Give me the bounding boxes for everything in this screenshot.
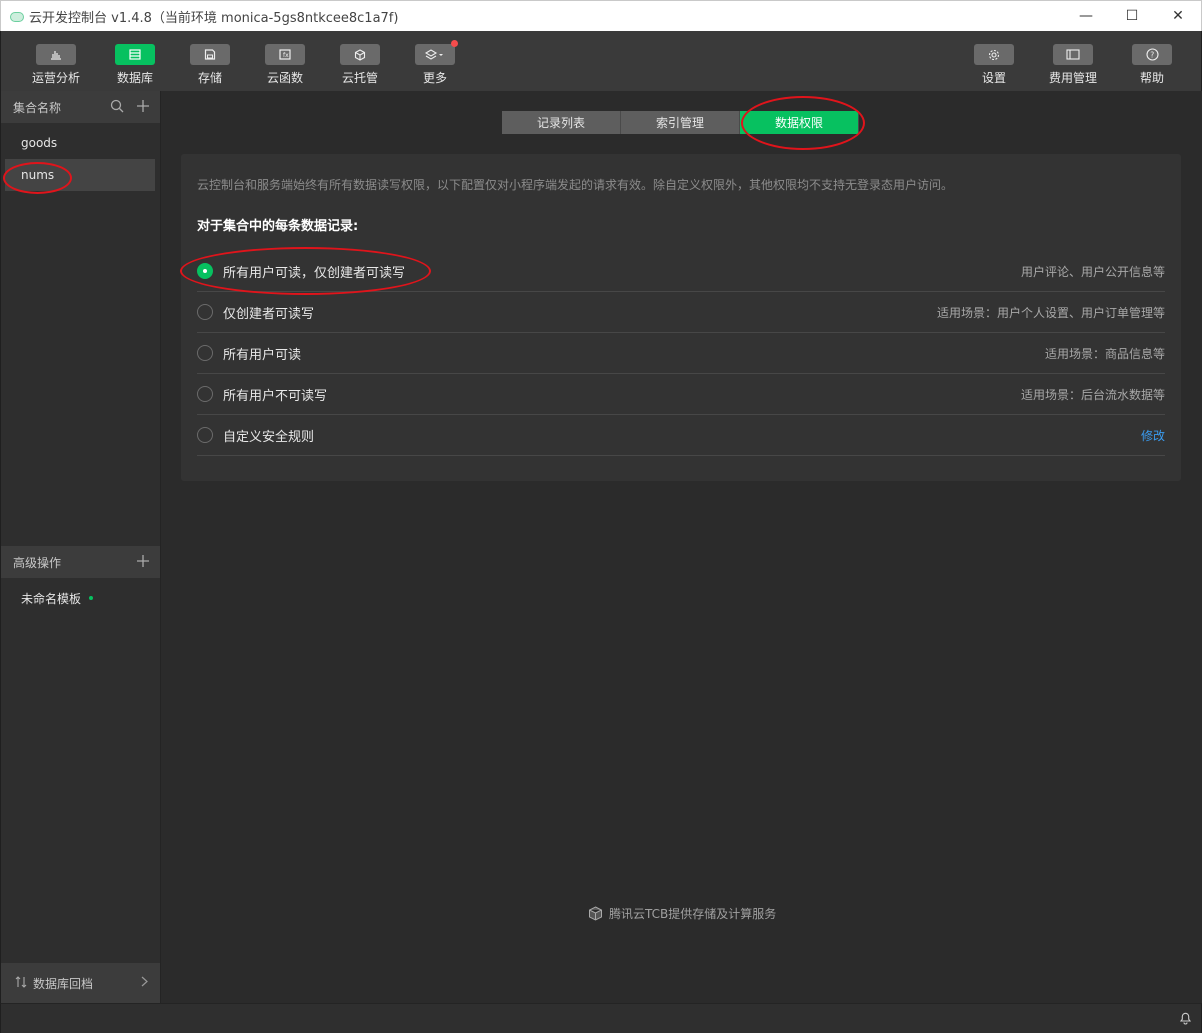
option-label: 仅创建者可读写	[223, 306, 315, 322]
option-note: 适用场景：用户个人设置、用户订单管理等	[936, 305, 1165, 320]
add-template-icon[interactable]	[136, 554, 150, 571]
toolbar-label: 云托管	[341, 71, 378, 85]
toolbar-storage[interactable]: 存储	[175, 44, 245, 86]
permission-option[interactable]: 所有用户可读，仅创建者可读写 用户评论、用户公开信息等	[197, 251, 1165, 292]
status-dot	[89, 596, 94, 600]
toolbar-label: 运营分析	[31, 71, 80, 85]
window-titlebar: 云开发控制台 v1.4.8（当前环境 monica-5gs8ntkcee8c1a…	[0, 0, 1202, 31]
add-collection-icon[interactable]	[136, 99, 150, 116]
window-controls: — ☐ ✕	[1063, 1, 1201, 31]
collection-item-nums[interactable]: nums	[5, 159, 155, 191]
radio-button[interactable]	[197, 304, 213, 320]
minimize-button[interactable]: —	[1063, 1, 1109, 31]
app-logo-icon	[9, 9, 24, 23]
option-label: 自定义安全规则	[223, 429, 315, 445]
tab-records[interactable]: 记录列表	[502, 111, 621, 134]
option-label: 所有用户不可读写	[223, 388, 328, 404]
search-icon[interactable]	[110, 99, 124, 116]
tab-indexes[interactable]: 索引管理	[621, 111, 740, 134]
permissions-subheading: 对于集合中的每条数据记录:	[197, 219, 359, 234]
provider-footer: 腾讯云TCB提供存储及计算服务	[588, 905, 776, 922]
radio-button[interactable]	[197, 427, 213, 443]
close-button[interactable]: ✕	[1155, 1, 1201, 31]
svg-text:fx: fx	[283, 52, 289, 59]
svg-text:?: ?	[1150, 50, 1154, 59]
rollback-label: 数据库回档	[33, 976, 94, 991]
notification-dot	[451, 40, 458, 47]
help-icon: ?	[1132, 44, 1172, 65]
function-icon: fx	[265, 44, 305, 65]
toolbar-label: 费用管理	[1048, 71, 1097, 85]
option-label: 所有用户可读，仅创建者可读写	[223, 265, 406, 281]
edit-rule-link[interactable]: 修改	[1141, 427, 1165, 444]
permission-option[interactable]: 自定义安全规则 修改	[197, 415, 1165, 456]
status-bar	[0, 1003, 1202, 1033]
toolbar-functions[interactable]: fx 云函数	[250, 44, 320, 86]
template-item[interactable]: 未命名模板	[5, 582, 155, 614]
option-label: 所有用户可读	[223, 347, 302, 363]
permissions-description: 云控制台和服务端始终有所有数据读写权限，以下配置仅对小程序端发起的请求有效。除自…	[197, 178, 954, 192]
billing-icon	[1053, 44, 1093, 65]
toolbar-help[interactable]: ? 帮助	[1117, 44, 1187, 86]
layers-icon	[415, 40, 458, 65]
window-title: 云开发控制台 v1.4.8（当前环境 monica-5gs8ntkcee8c1a…	[29, 10, 399, 26]
permission-option[interactable]: 所有用户可读 适用场景：商品信息等	[197, 333, 1165, 374]
toolbar-hosting[interactable]: 云托管	[325, 44, 395, 86]
radio-button[interactable]	[197, 386, 213, 402]
cube-icon	[340, 44, 380, 65]
permission-options: 所有用户可读，仅创建者可读写 用户评论、用户公开信息等 仅创建者可读写 适用场景…	[197, 251, 1165, 456]
toolbar-database[interactable]: 数据库	[100, 44, 170, 86]
bell-icon[interactable]	[1179, 1011, 1192, 1029]
database-icon	[115, 44, 155, 65]
sort-icon	[15, 975, 27, 991]
toolbar-more[interactable]: 更多	[400, 40, 470, 86]
toolbar-label: 云函数	[266, 71, 303, 85]
tab-bar: 记录列表 索引管理 数据权限	[502, 111, 859, 134]
radio-button[interactable]	[197, 263, 213, 279]
permission-option[interactable]: 所有用户不可读写 适用场景：后台流水数据等	[197, 374, 1165, 415]
toolbar-label: 存储	[197, 71, 222, 85]
chevron-right-icon	[141, 976, 148, 990]
toolbar-label: 帮助	[1139, 71, 1164, 85]
advanced-header-label: 高级操作	[13, 555, 62, 570]
main-toolbar: 运营分析 数据库 存储 fx 云函数 云托管 更多 设置 费用管理 ? 帮助	[0, 31, 1202, 91]
toolbar-billing[interactable]: 费用管理	[1038, 44, 1108, 86]
option-note: 用户评论、用户公开信息等	[1020, 264, 1165, 279]
collections-header: 集合名称	[1, 91, 160, 123]
tencent-cloud-logo-icon	[588, 906, 603, 921]
option-note: 适用场景：后台流水数据等	[1020, 387, 1165, 402]
provider-text: 腾讯云TCB提供存储及计算服务	[609, 907, 777, 921]
tab-permissions[interactable]: 数据权限	[740, 111, 859, 134]
radio-button[interactable]	[197, 345, 213, 361]
maximize-button[interactable]: ☐	[1109, 1, 1155, 31]
permissions-panel: 云控制台和服务端始终有所有数据读写权限，以下配置仅对小程序端发起的请求有效。除自…	[181, 154, 1181, 481]
collection-name: goods	[21, 136, 58, 150]
bar-chart-icon	[36, 44, 76, 65]
database-rollback-button[interactable]: 数据库回档	[1, 963, 160, 1003]
toolbar-label: 数据库	[116, 71, 153, 85]
sidebar: 集合名称 goods nums 高级操作 未命名模板 数据库回档	[0, 91, 161, 1003]
gear-icon	[974, 44, 1014, 65]
toolbar-label: 设置	[981, 71, 1006, 85]
option-note: 适用场景：商品信息等	[1044, 346, 1165, 361]
collection-name: nums	[21, 168, 55, 182]
permission-option[interactable]: 仅创建者可读写 适用场景：用户个人设置、用户订单管理等	[197, 292, 1165, 333]
advanced-section: 高级操作 未命名模板	[1, 546, 160, 614]
toolbar-analytics[interactable]: 运营分析	[21, 44, 91, 86]
collection-item-goods[interactable]: goods	[5, 127, 155, 159]
toolbar-label: 更多	[422, 71, 447, 85]
advanced-header: 高级操作	[1, 546, 160, 578]
template-name: 未命名模板	[21, 591, 82, 606]
main-content: 记录列表 索引管理 数据权限 云控制台和服务端始终有所有数据读写权限，以下配置仅…	[161, 91, 1201, 1003]
toolbar-settings[interactable]: 设置	[959, 44, 1029, 86]
collections-header-label: 集合名称	[13, 100, 62, 115]
save-icon	[190, 44, 230, 65]
